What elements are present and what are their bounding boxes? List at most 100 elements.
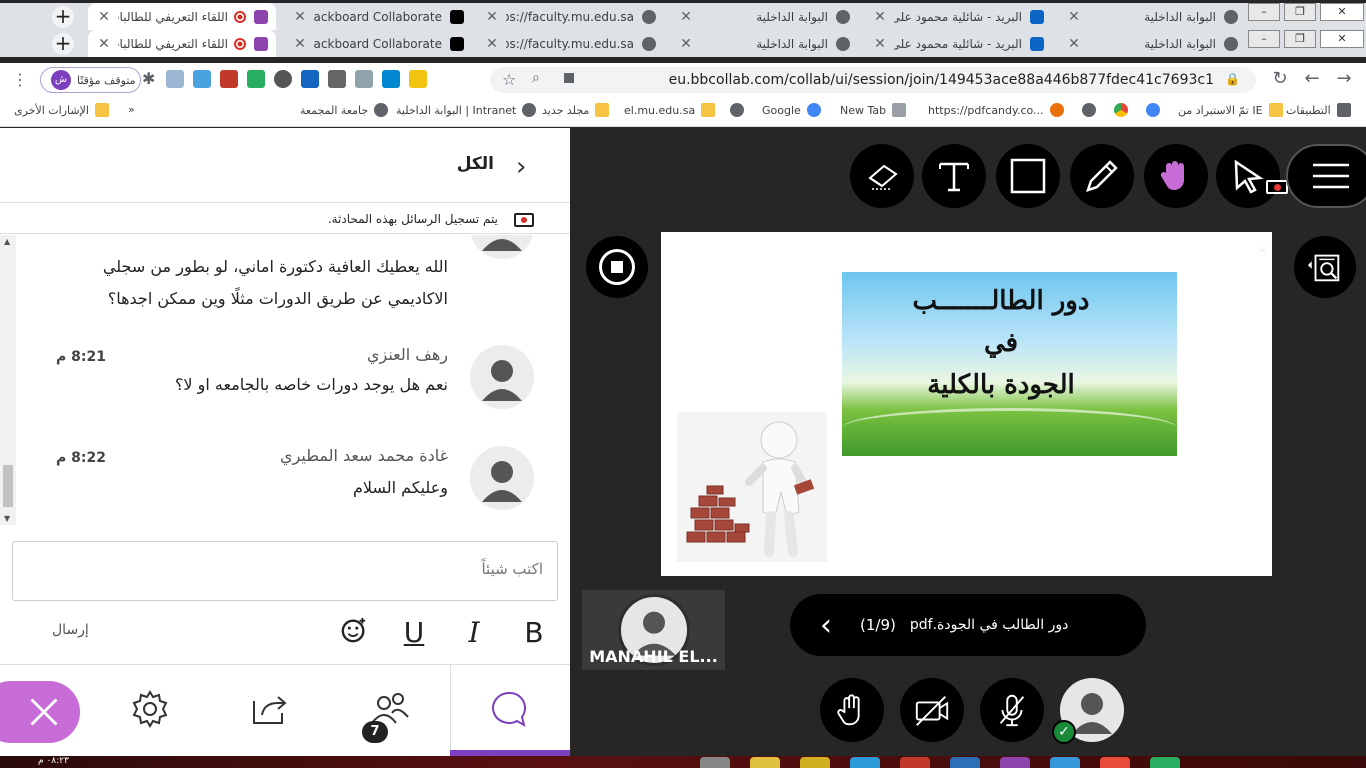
microphone-toggle-button[interactable] [980,678,1044,742]
bookmark-item[interactable]: جامعة المجمعة [300,103,389,117]
taskbar-app-icon[interactable] [1150,757,1180,768]
taskbar-app-icon[interactable] [1050,757,1080,768]
raise-hand-button[interactable] [820,678,884,742]
bookmark-item[interactable] [1146,103,1160,117]
extension-icon[interactable] [328,70,346,88]
extension-icon[interactable] [247,70,265,88]
scroll-down-arrow-icon[interactable]: ▼ [4,514,10,523]
address-bar[interactable]: ☆ ⌕ eu.bbcollab.com/collab/ui/session/jo… [490,67,1256,93]
session-menu-button[interactable] [1286,144,1366,208]
scroll-up-arrow-icon[interactable]: ▲ [4,237,10,246]
bookmark-item[interactable] [1114,103,1128,117]
profile-button[interactable]: ش متوقف مؤقتًا [40,67,141,93]
taskbar-app-icon[interactable] [950,757,980,768]
tab-mail[interactable]: البريد - شائلية محمود على أحمد ✕ [864,30,1052,57]
tab-collab-session[interactable]: اللقاء التعريفي للطالبات المستجدات ✕ [88,30,276,57]
bold-button[interactable]: B [516,616,552,649]
close-icon[interactable]: ✕ [484,9,500,25]
zoom-icon[interactable]: ⌕ [532,70,540,86]
bookmark-item[interactable]: https://pdfcandy.co... [928,103,1064,117]
taskbar-app-icon[interactable] [700,757,730,768]
bookmark-item[interactable]: New Tab [840,103,907,117]
lock-icon[interactable]: 🔒 [1225,72,1240,86]
participant-tile[interactable]: MANAHIL EL... [582,590,725,670]
extension-icon[interactable] [382,70,400,88]
tab-mail[interactable]: البريد - شائلية محمود على أحمد ✕ [864,3,1052,30]
underline-button[interactable]: U [396,616,432,649]
new-tab-button[interactable]: + [52,33,74,55]
extension-icon[interactable] [274,70,292,88]
bookmark-item[interactable]: Google [762,103,821,117]
chat-message-list[interactable]: ▲ ▼ الله يعطيك العافية دكتورة اماني، لو … [0,235,570,525]
emoji-button[interactable] [336,616,372,651]
pan-tool[interactable] [1144,144,1208,208]
previous-page-chevron-icon[interactable]: ‹ [806,608,846,643]
extension-icon[interactable] [409,70,427,88]
tab-blackboard[interactable]: Blackboard Collaborate ✕ [284,30,472,57]
close-icon[interactable]: ✕ [1066,36,1082,52]
taskbar-app-icon[interactable] [1000,757,1030,768]
extension-icon[interactable] [166,70,184,88]
tab-intranet-2[interactable]: البوابة الداخلية ✕ [1058,30,1246,57]
tab-faculty[interactable]: https://faculty.mu.edu.sa ✕ [476,30,664,57]
eraser-tool[interactable] [850,144,914,208]
taskbar-app-icon[interactable] [1100,757,1130,768]
chat-message-input[interactable]: اكتب شيئاً [12,541,558,601]
tab-faculty[interactable]: https://faculty.mu.edu.sa ✕ [476,3,664,30]
maximize-button[interactable]: ❐ [1284,30,1316,48]
pencil-tool[interactable] [1070,144,1134,208]
scroll-thumb[interactable] [3,465,13,507]
tab-blackboard[interactable]: Blackboard Collaborate ✕ [284,3,472,30]
close-icon[interactable]: ✕ [96,9,112,25]
close-icon[interactable]: ✕ [872,36,888,52]
back-arrow-icon[interactable]: ← [1302,69,1322,89]
camera-toggle-button[interactable] [900,678,964,742]
chat-scrollbar[interactable]: ▲ ▼ [0,235,16,525]
bookmark-item[interactable]: el.mu.edu.sa [624,103,716,117]
chat-bubble-icon[interactable] [490,689,530,729]
close-icon[interactable]: ✕ [292,36,308,52]
stop-recording-button[interactable] [586,236,648,298]
close-icon[interactable]: ✕ [1066,9,1082,25]
tab-intranet[interactable]: البوابة الداخلية ✕ [670,30,858,57]
tab-collab-session[interactable]: اللقاء التعريفي للطالبات المستجدات ✕ [88,3,276,30]
extension-icon[interactable] [193,70,211,88]
bookmark-star-icon[interactable]: ☆ [502,70,516,89]
bookmark-item[interactable] [730,103,744,117]
minimize-button[interactable]: – [1248,3,1280,21]
close-panel-button[interactable] [0,681,80,743]
tab-intranet[interactable]: البوابة الداخلية ✕ [670,3,858,30]
bookmark-item[interactable]: البوابة الداخلية | Intranet [396,103,537,117]
taskbar-app-icon[interactable] [850,757,880,768]
close-icon[interactable]: ✕ [678,36,694,52]
close-icon[interactable]: ✕ [96,36,112,52]
tab-intranet-2[interactable]: البوابة الداخلية ✕ [1058,3,1246,30]
cast-icon[interactable] [564,73,574,83]
text-tool[interactable] [922,144,986,208]
window-close-button[interactable]: ✕ [1320,3,1364,21]
more-menu-icon[interactable]: ⋮ [12,70,28,89]
close-icon[interactable]: ✕ [872,9,888,25]
taskbar-app-icon[interactable] [750,757,780,768]
italic-button[interactable]: I [456,616,492,649]
apps-shortcut[interactable]: التطبيقات [1286,103,1351,117]
minimize-button[interactable]: – [1248,30,1280,48]
extension-icon[interactable] [301,70,319,88]
bookmark-item[interactable]: مجلد جديد [542,103,610,117]
share-content-icon[interactable] [250,689,290,729]
bookmark-item[interactable]: تمّ الاستيراد من IE [1178,103,1283,117]
taskbar-app-icon[interactable] [800,757,830,768]
forward-arrow-icon[interactable]: → [1334,69,1354,89]
shape-tool[interactable] [996,144,1060,208]
extension-icon[interactable] [220,70,238,88]
new-tab-button[interactable]: + [52,6,74,28]
extension-icon[interactable] [355,70,373,88]
settings-gear-icon[interactable] [130,689,170,729]
maximize-button[interactable]: ❐ [1284,3,1316,21]
other-bookmarks[interactable]: الإشارات الأخرى [14,103,109,117]
window-close-button[interactable]: ✕ [1320,30,1364,48]
close-icon[interactable]: ✕ [484,36,500,52]
select-tool[interactable] [1216,144,1288,208]
close-icon[interactable]: ✕ [678,9,694,25]
send-button[interactable]: إرسال [52,622,89,638]
